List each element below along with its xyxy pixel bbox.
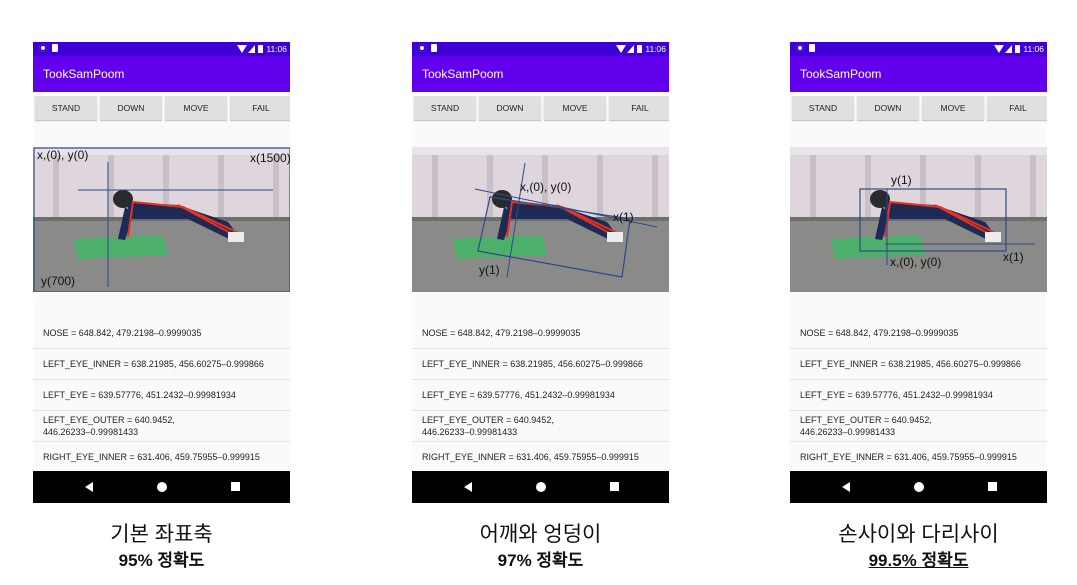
move-button[interactable]: MOVE xyxy=(165,96,227,120)
app-title: TookSamPoom xyxy=(800,67,882,81)
fail-button[interactable]: FAIL xyxy=(609,96,669,120)
y-max-label: y(700) xyxy=(41,274,75,288)
back-icon[interactable] xyxy=(464,482,472,492)
signal-icon xyxy=(248,45,256,53)
action-buttons: STAND DOWN MOVE FAIL xyxy=(790,96,1047,120)
caption-accuracy-3: 99.5% 정확도 xyxy=(790,546,1047,571)
battery-icon xyxy=(637,45,643,53)
home-icon[interactable] xyxy=(914,482,924,492)
battery-icon xyxy=(258,45,264,53)
down-button[interactable]: DOWN xyxy=(100,96,162,120)
y-axis-label: y(1) xyxy=(891,173,912,187)
origin-label: x,(0), y(0) xyxy=(890,255,941,269)
nav-bar xyxy=(790,471,1047,503)
x-axis-label: x(1) xyxy=(1003,250,1024,264)
app-bar: TookSamPoom xyxy=(790,56,1047,92)
x-max-label: x(1500) xyxy=(250,151,290,165)
back-icon[interactable] xyxy=(842,482,850,492)
pose-photo: x,(0), y(0) x(1) y(1) xyxy=(412,147,669,292)
x-axis-label: x(1) xyxy=(613,210,634,224)
nav-bar xyxy=(412,471,669,503)
status-bar: 11:06 xyxy=(790,42,1047,56)
nav-bar xyxy=(33,471,290,503)
caption-title-2: 어깨와 엉덩이 xyxy=(479,523,602,546)
stand-button[interactable]: STAND xyxy=(414,96,476,120)
signal-icon xyxy=(1005,45,1013,53)
phone-screenshot-1: 11:06 TookSamPoom STAND DOWN MOVE FAIL x… xyxy=(33,42,290,503)
y-axis-label: y(1) xyxy=(479,263,500,277)
fail-button[interactable]: FAIL xyxy=(987,96,1047,120)
pose-photo: y(1) x,(0), y(0) x(1) xyxy=(790,147,1047,292)
notification-icon xyxy=(39,44,47,52)
app-bar: TookSamPoom xyxy=(33,56,290,92)
notification-icon xyxy=(796,44,804,52)
status-bar: 11:06 xyxy=(33,42,290,56)
down-button[interactable]: DOWN xyxy=(857,96,919,120)
status-time: 11:06 xyxy=(645,44,666,54)
caption-title-1: 기본 좌표축 xyxy=(110,523,213,546)
home-icon[interactable] xyxy=(536,482,546,492)
status-bar: 11:06 xyxy=(412,42,669,56)
status-time: 11:06 xyxy=(1023,44,1044,54)
action-buttons: STAND DOWN MOVE FAIL xyxy=(412,96,669,120)
caption-accuracy-1: 95% 정확도 xyxy=(118,551,205,570)
recent-apps-icon[interactable] xyxy=(988,482,997,491)
move-button[interactable]: MOVE xyxy=(922,96,984,120)
stand-button[interactable]: STAND xyxy=(35,96,97,120)
app-title: TookSamPoom xyxy=(43,67,125,81)
phone-screenshot-2: 11:06 TookSamPoom STAND DOWN MOVE FAIL x… xyxy=(412,42,669,503)
origin-label: x,(0), y(0) xyxy=(520,180,571,194)
recent-apps-icon[interactable] xyxy=(610,482,619,491)
app-bar: TookSamPoom xyxy=(412,56,669,92)
origin-label: x,(0), y(0) xyxy=(37,148,88,162)
caption-accuracy-3-text: 99.5% 정확도 xyxy=(868,551,969,570)
caption-title-3: 손사이와 다리사이 xyxy=(838,523,999,546)
signal-icon xyxy=(627,45,635,53)
down-button[interactable]: DOWN xyxy=(479,96,541,120)
fail-button[interactable]: FAIL xyxy=(230,96,290,120)
home-icon[interactable] xyxy=(157,482,167,492)
wifi-icon xyxy=(237,45,248,53)
wifi-icon xyxy=(616,45,627,53)
sd-card-icon xyxy=(809,44,815,52)
wifi-icon xyxy=(994,45,1005,53)
action-buttons: STAND DOWN MOVE FAIL xyxy=(33,96,290,120)
status-time: 11:06 xyxy=(266,44,287,54)
sd-card-icon xyxy=(52,44,58,52)
notification-icon xyxy=(418,44,426,52)
move-button[interactable]: MOVE xyxy=(544,96,606,120)
app-title: TookSamPoom xyxy=(422,67,504,81)
caption-accuracy-2: 97% 정확도 xyxy=(497,551,584,570)
battery-icon xyxy=(1015,45,1021,53)
recent-apps-icon[interactable] xyxy=(231,482,240,491)
back-icon[interactable] xyxy=(85,482,93,492)
phone-screenshot-3: 11:06 TookSamPoom STAND DOWN MOVE FAIL y… xyxy=(790,42,1047,503)
stand-button[interactable]: STAND xyxy=(792,96,854,120)
pose-photo: x,(0), y(0) x(1500) y(700) xyxy=(33,147,290,292)
sd-card-icon xyxy=(431,44,437,52)
